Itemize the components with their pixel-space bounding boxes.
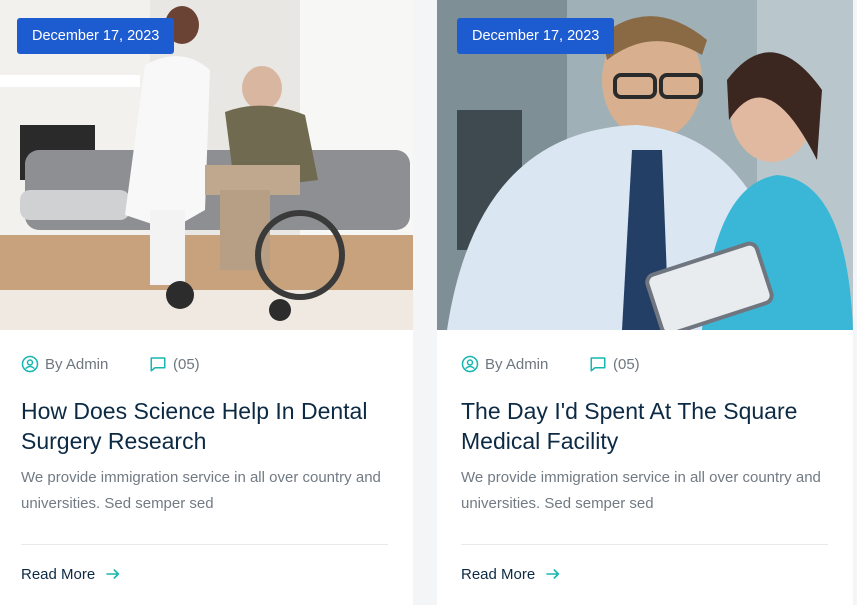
- author-meta[interactable]: By Admin: [461, 355, 589, 373]
- arrow-right-icon: [106, 569, 120, 579]
- chat-bubble-icon: [590, 357, 606, 372]
- post-meta: By Admin (05): [461, 352, 640, 376]
- blog-card-2: December 17, 2023 By Admin (05) The Day …: [437, 0, 853, 605]
- post-excerpt: We provide immigration service in all ov…: [21, 469, 381, 512]
- post-excerpt: We provide immigration service in all ov…: [461, 469, 821, 512]
- chat-bubble-icon: [150, 357, 166, 372]
- comments-meta[interactable]: (05): [149, 355, 200, 373]
- date-badge[interactable]: December 17, 2023: [17, 18, 175, 54]
- post-title[interactable]: The Day I'd Spent At The Square Medical …: [461, 396, 836, 456]
- comment-count: (05): [613, 355, 640, 373]
- read-more-label: Read More: [461, 565, 536, 583]
- author-meta[interactable]: By Admin: [21, 355, 149, 373]
- comment-count: (05): [173, 355, 200, 373]
- user-circle-icon: [21, 355, 39, 373]
- post-title[interactable]: How Does Science Help In Dental Surgery …: [21, 396, 396, 456]
- read-more-link[interactable]: Read More: [21, 562, 121, 586]
- date-badge[interactable]: December 17, 2023: [457, 18, 615, 54]
- user-circle-icon: [461, 355, 479, 373]
- arrow-right-icon: [546, 569, 560, 579]
- blog-card-1: December 17, 2023 By Admin (05) How Does…: [0, 0, 413, 605]
- divider: [461, 544, 828, 545]
- comments-meta[interactable]: (05): [589, 355, 640, 373]
- author-name: By Admin: [485, 355, 549, 373]
- read-more-link[interactable]: Read More: [461, 562, 561, 586]
- post-meta: By Admin (05): [21, 352, 200, 376]
- divider: [21, 544, 388, 545]
- author-name: By Admin: [45, 355, 109, 373]
- read-more-label: Read More: [21, 565, 96, 583]
